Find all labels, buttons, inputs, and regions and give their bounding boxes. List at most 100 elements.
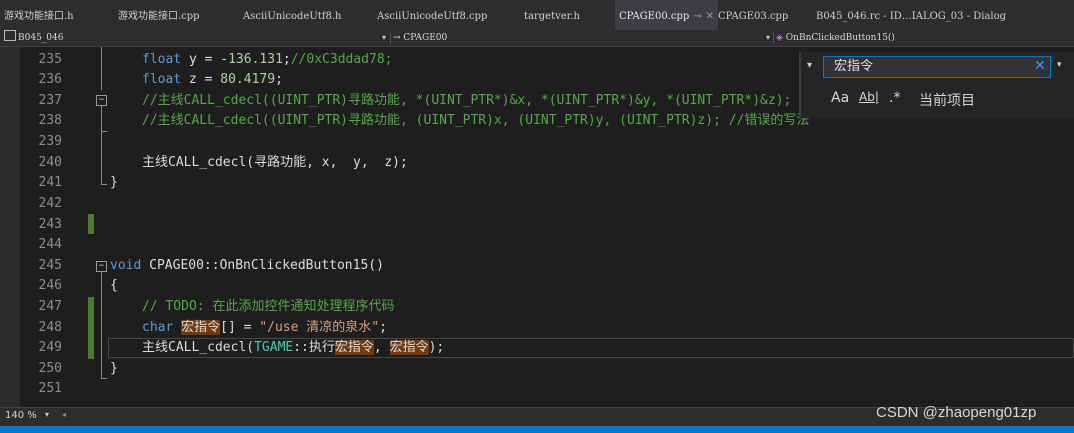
code-text: ::执行	[293, 340, 335, 355]
divider	[390, 32, 391, 44]
line-number: 244	[38, 237, 62, 252]
chevron-down-icon: ▾	[381, 33, 386, 42]
tab-rc-dialog[interactable]: B045_046.rc - ID…IALOG_03 - Dialog	[816, 0, 1006, 30]
line-number: 251	[38, 381, 62, 396]
fold-guide	[101, 106, 102, 131]
tab-label: CPAGE00.cpp	[619, 11, 690, 22]
chevron-down-icon: ▾	[765, 33, 770, 42]
search-query: 宏指令	[834, 59, 874, 74]
divider	[773, 32, 774, 44]
match-whole-word-icon[interactable]: Ab|	[859, 90, 879, 104]
line-number: 238	[38, 113, 62, 128]
change-marker	[88, 214, 94, 234]
project-dropdown[interactable]: B045_046 ▾	[4, 30, 386, 46]
tab-label: CPAGE03.cpp	[718, 11, 789, 22]
comment: //0xC3ddad78;	[290, 52, 393, 67]
search-match: 宏指令	[334, 340, 374, 355]
code-text: [] =	[220, 320, 260, 335]
search-match: 宏指令	[389, 340, 429, 355]
member-dropdown[interactable]: ◈ OnBnClickedButton15()	[776, 30, 1072, 46]
pin-icon[interactable]: ⊸	[693, 11, 701, 22]
tab-label: 游戏功能接口.cpp	[118, 11, 200, 22]
line-number: 243	[38, 217, 62, 232]
search-match: 宏指令	[181, 320, 221, 335]
regex-icon[interactable]: .*	[889, 90, 900, 106]
code-line-246: {	[110, 278, 118, 293]
tab-cpage03-cpp[interactable]: CPAGE03.cpp	[718, 0, 788, 30]
fold-end	[101, 184, 107, 185]
fold-guide	[101, 132, 102, 184]
change-marker	[88, 297, 94, 359]
code-text: ,	[373, 340, 390, 355]
fold-toggle-icon[interactable]: −	[96, 261, 107, 272]
navigation-bar: B045_046 ▾ → CPAGE00 ▾ ◈ OnBnClickedButt…	[0, 30, 1074, 47]
line-number: 250	[38, 361, 62, 376]
code-line-240: 主线CALL_cdecl(寻路功能, x, y, z);	[142, 155, 408, 170]
code-text: ;	[275, 72, 283, 87]
close-icon[interactable]: ✕	[706, 11, 714, 22]
tab-ascii-h[interactable]: AsciiUnicodeUtf8.h	[243, 0, 342, 30]
code-text: );	[428, 340, 445, 355]
code-text: ;	[282, 52, 291, 67]
keyword: float	[142, 52, 182, 67]
code-line-250: }	[110, 361, 118, 376]
keyword: float	[142, 72, 182, 87]
scope-dropdown[interactable]: → CPAGE00 ▾	[393, 30, 770, 46]
line-number: 241	[38, 175, 62, 190]
project-icon	[4, 30, 16, 41]
fold-end	[101, 378, 107, 379]
tab-label: targetver.h	[524, 11, 580, 22]
tab-youxi-cpp[interactable]: 游戏功能接口.cpp	[118, 0, 200, 30]
line-number: 248	[38, 320, 62, 335]
string-literal: "/use 清凉的泉水"	[259, 320, 380, 335]
code-line-247: // TODO: 在此添加控件通知处理程序代码	[142, 299, 395, 314]
tab-cpage00-cpp[interactable]: CPAGE00.cpp ⊸ ✕	[615, 0, 719, 30]
fold-toggle-icon[interactable]: −	[96, 95, 107, 106]
match-case-icon[interactable]: Aa	[831, 90, 849, 106]
code-text: 主线CALL_cdecl(	[142, 340, 255, 355]
line-number: 247	[38, 299, 62, 314]
indicator-margin	[0, 47, 20, 407]
ide-window: 游戏功能接口.h 游戏功能接口.cpp AsciiUnicodeUtf8.h A…	[0, 0, 1074, 433]
scroll-left-icon[interactable]: ◂	[62, 410, 66, 419]
scope-label: CPAGE00	[403, 33, 448, 43]
line-number: 249	[38, 340, 62, 355]
number-literal: 136.131	[228, 52, 283, 67]
project-label: B045_046	[18, 33, 64, 43]
tab-youxi-h[interactable]: 游戏功能接口.h	[4, 0, 74, 30]
watermark: CSDN @zhaopeng01zp	[876, 404, 1037, 421]
line-number: 235	[38, 52, 62, 67]
line-number: 245	[38, 258, 62, 273]
code-text: z =	[181, 72, 221, 87]
close-icon[interactable]: ✕	[1034, 58, 1046, 74]
code-text: ;	[379, 320, 387, 335]
code-line-249: 主线CALL_cdecl(TGAME::执行宏指令, 宏指令);	[142, 338, 1074, 358]
line-number: 242	[38, 196, 62, 211]
zoom-level[interactable]: 140 %	[5, 410, 37, 421]
fold-guide	[101, 47, 102, 90]
chevron-down-icon[interactable]: ▾	[45, 410, 49, 419]
expand-replace-icon[interactable]: ▾	[807, 60, 812, 71]
search-input[interactable]: 宏指令	[823, 56, 1051, 78]
line-number: 246	[38, 278, 62, 293]
tab-label: 游戏功能接口.h	[4, 11, 74, 22]
chevron-down-icon[interactable]: ▾	[1057, 60, 1062, 70]
find-widget: ▾ 宏指令 ✕ ▾ Aa Ab| .* 当前项目	[799, 52, 1074, 118]
method-icon: ◈	[776, 33, 783, 43]
document-tab-bar: 游戏功能接口.h 游戏功能接口.cpp AsciiUnicodeUtf8.h A…	[0, 0, 1074, 31]
number-literal: 80.4179	[220, 72, 276, 87]
keyword: char	[142, 320, 174, 335]
tab-label: AsciiUnicodeUtf8.h	[243, 11, 342, 22]
code-text: CPAGE00::OnBnClickedButton15()	[141, 258, 384, 273]
fold-guide	[101, 272, 102, 378]
line-number: 240	[38, 155, 62, 170]
line-number: 237	[38, 93, 62, 108]
tab-ascii-cpp[interactable]: AsciiUnicodeUtf8.cpp	[377, 0, 487, 30]
search-scope-dropdown[interactable]: 当前项目	[919, 90, 975, 110]
code-line-248: char 宏指令[] = "/use 清凉的泉水";	[142, 318, 1074, 338]
tab-targetver-h[interactable]: targetver.h	[524, 0, 580, 30]
keyword: void	[110, 258, 142, 273]
arrow-right-icon: →	[393, 33, 401, 43]
member-label: OnBnClickedButton15()	[785, 33, 895, 43]
line-number: 236	[38, 72, 62, 87]
